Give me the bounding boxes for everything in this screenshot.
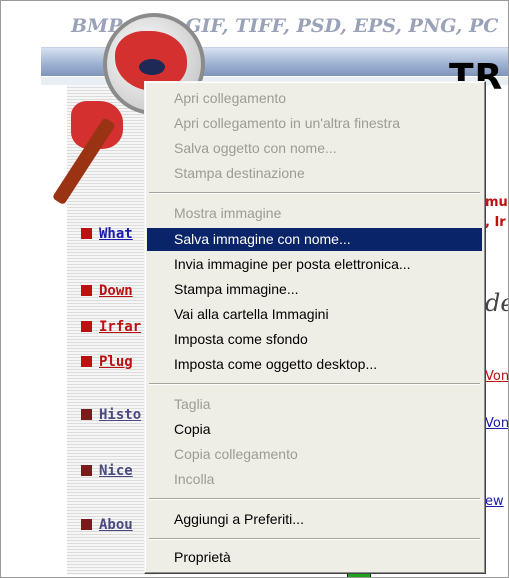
menu-item-email-picture[interactable]: Invia immagine per posta elettronica...	[147, 253, 482, 276]
menu-separator	[149, 192, 480, 194]
menu-item-show-picture: Mostra immagine	[174, 205, 282, 221]
menu-item-set-as-desktop-item[interactable]: Imposta come oggetto desktop...	[147, 353, 482, 376]
nav-link-label[interactable]: Histo	[99, 407, 141, 423]
menu-item-paste: Incolla	[174, 471, 215, 487]
menu-item-cut: Taglia	[174, 396, 211, 412]
nav-link-label[interactable]: Abou	[99, 517, 133, 533]
bullet-square-icon	[81, 409, 92, 420]
nav-link-label[interactable]: What	[99, 226, 133, 242]
menu-item-open-link: Apri collegamento	[174, 90, 287, 106]
menu-item-add-to-favorites[interactable]: Aggiungi a Preferiti...	[147, 508, 482, 531]
page-link-fragment[interactable]: ew	[485, 494, 504, 509]
bullet-square-icon	[81, 356, 92, 367]
menu-item-copy-shortcut: Copia collegamento	[174, 446, 298, 462]
nav-link-label[interactable]: Nice	[99, 463, 133, 479]
page-link-fragment[interactable]: Von	[485, 369, 508, 384]
menu-separator	[149, 538, 480, 540]
page-heading-fragment: de	[485, 289, 508, 317]
context-menu: Apri collegamento Apri collegamento in u…	[144, 81, 486, 574]
menu-item-set-as-background[interactable]: Imposta come sfondo	[147, 328, 482, 351]
bullet-square-icon	[81, 321, 92, 332]
nav-link-label[interactable]: Down	[99, 283, 133, 299]
menu-item-open-link-new-window: Apri collegamento in un'altra finestra	[174, 115, 401, 131]
bullet-square-icon	[81, 465, 92, 476]
menu-item-copy[interactable]: Copia	[147, 418, 482, 441]
menu-separator	[149, 498, 480, 500]
menu-item-print-target: Stampa destinazione	[174, 165, 305, 181]
page-text-fragment: mu	[485, 195, 508, 210]
menu-item-go-to-pictures[interactable]: Vai alla cartella Immagini	[147, 303, 482, 326]
menu-item-save-target-as: Salva oggetto con nome...	[174, 140, 337, 156]
menu-item-save-picture-as[interactable]: Salva immagine con nome...	[147, 228, 482, 251]
menu-item-print-picture[interactable]: Stampa immagine...	[147, 278, 482, 301]
bullet-square-icon	[81, 519, 92, 530]
page-link-fragment[interactable]: Von	[485, 416, 508, 431]
nav-link-label[interactable]: Irfar	[99, 319, 141, 335]
menu-item-properties[interactable]: Proprietà	[147, 546, 482, 569]
menu-separator	[149, 383, 480, 385]
page-text-fragment: , Ir	[485, 215, 506, 230]
nav-link-label[interactable]: Plug	[99, 354, 133, 370]
logo-face-shape	[139, 59, 165, 75]
bullet-square-icon	[81, 285, 92, 296]
bullet-square-icon	[81, 228, 92, 239]
